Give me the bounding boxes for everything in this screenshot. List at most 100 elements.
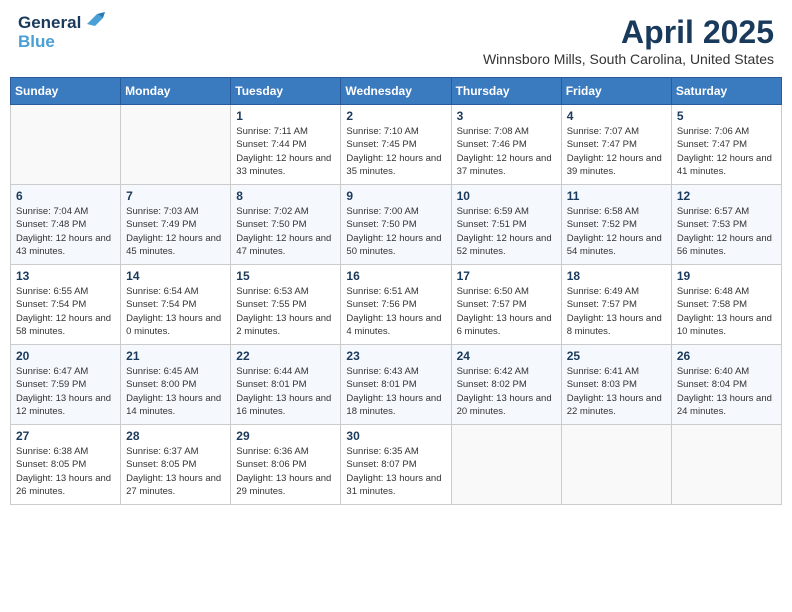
calendar-cell: 15 Sunrise: 6:53 AM Sunset: 7:55 PM Dayli… (231, 265, 341, 345)
day-number: 29 (236, 429, 335, 443)
day-info: Sunrise: 7:06 AM Sunset: 7:47 PM Dayligh… (677, 125, 776, 178)
weekday-header-sunday: Sunday (11, 78, 121, 105)
day-info: Sunrise: 6:53 AM Sunset: 7:55 PM Dayligh… (236, 285, 335, 338)
day-info: Sunrise: 6:36 AM Sunset: 8:06 PM Dayligh… (236, 445, 335, 498)
calendar-cell: 26Sunrise: 6:40 AM Sunset: 8:04 PM Dayli… (671, 345, 781, 425)
calendar-cell: 18 Sunrise: 6:49 AM Sunset: 7:57 PM Dayli… (561, 265, 671, 345)
day-info: Sunrise: 6:51 AM Sunset: 7:56 PM Dayligh… (346, 285, 445, 338)
day-number: 9 (346, 189, 445, 203)
logo-bird-icon (83, 10, 105, 28)
calendar-week-row: 27 Sunrise: 6:38 AM Sunset: 8:05 PM Dayli… (11, 425, 782, 505)
day-info: Sunrise: 7:10 AM Sunset: 7:45 PM Dayligh… (346, 125, 445, 178)
day-info: Sunrise: 6:54 AM Sunset: 7:54 PM Dayligh… (126, 285, 225, 338)
calendar-cell: 6 Sunrise: 7:04 AM Sunset: 7:48 PM Daylig… (11, 185, 121, 265)
calendar-cell: 5 Sunrise: 7:06 AM Sunset: 7:47 PM Daylig… (671, 105, 781, 185)
day-number: 30 (346, 429, 445, 443)
calendar-week-row: 6 Sunrise: 7:04 AM Sunset: 7:48 PM Daylig… (11, 185, 782, 265)
day-number: 19 (677, 269, 776, 283)
calendar-week-row: 1 Sunrise: 7:11 AM Sunset: 7:44 PM Daylig… (11, 105, 782, 185)
calendar-cell: 22 Sunrise: 6:44 AM Sunset: 8:01 PM Dayli… (231, 345, 341, 425)
day-info: Sunrise: 6:58 AM Sunset: 7:52 PM Dayligh… (567, 205, 666, 258)
day-info: Sunrise: 6:57 AM Sunset: 7:53 PM Dayligh… (677, 205, 776, 258)
calendar-cell: 23Sunrise: 6:43 AM Sunset: 8:01 PM Dayli… (341, 345, 451, 425)
location-title: Winnsboro Mills, South Carolina, United … (483, 51, 774, 67)
day-info: Sunrise: 7:00 AM Sunset: 7:50 PM Dayligh… (346, 205, 445, 258)
day-number: 12 (677, 189, 776, 203)
calendar-cell: 19 Sunrise: 6:48 AM Sunset: 7:58 PM Dayli… (671, 265, 781, 345)
day-info: Sunrise: 6:49 AM Sunset: 7:57 PM Dayligh… (567, 285, 666, 338)
day-number: 17 (457, 269, 556, 283)
calendar-cell: 29 Sunrise: 6:36 AM Sunset: 8:06 PM Dayli… (231, 425, 341, 505)
day-info: Sunrise: 7:04 AM Sunset: 7:48 PM Dayligh… (16, 205, 115, 258)
weekday-header-row: SundayMondayTuesdayWednesdayThursdayFrid… (11, 78, 782, 105)
day-info: Sunrise: 6:37 AM Sunset: 8:05 PM Dayligh… (126, 445, 225, 498)
day-number: 6 (16, 189, 115, 203)
calendar-cell: 28 Sunrise: 6:37 AM Sunset: 8:05 PM Dayli… (121, 425, 231, 505)
day-number: 2 (346, 109, 445, 123)
day-info: Sunrise: 6:45 AM Sunset: 8:00 PM Dayligh… (126, 365, 225, 418)
day-number: 23 (346, 349, 445, 363)
day-number: 21 (126, 349, 225, 363)
day-info: Sunrise: 6:50 AM Sunset: 7:57 PM Dayligh… (457, 285, 556, 338)
day-info: Sunrise: 7:08 AM Sunset: 7:46 PM Dayligh… (457, 125, 556, 178)
calendar-cell: 20 Sunrise: 6:47 AM Sunset: 7:59 PM Dayli… (11, 345, 121, 425)
calendar-week-row: 13Sunrise: 6:55 AM Sunset: 7:54 PM Dayli… (11, 265, 782, 345)
calendar-cell (671, 425, 781, 505)
page-header: General Blue April 2025 Winnsboro Mills,… (10, 10, 782, 71)
calendar-cell: 8Sunrise: 7:02 AM Sunset: 7:50 PM Daylig… (231, 185, 341, 265)
calendar-cell (121, 105, 231, 185)
calendar-cell (11, 105, 121, 185)
day-number: 28 (126, 429, 225, 443)
weekday-header-saturday: Saturday (671, 78, 781, 105)
weekday-header-monday: Monday (121, 78, 231, 105)
day-number: 18 (567, 269, 666, 283)
logo-general: General (18, 14, 81, 33)
calendar-cell: 9 Sunrise: 7:00 AM Sunset: 7:50 PM Daylig… (341, 185, 451, 265)
day-info: Sunrise: 6:48 AM Sunset: 7:58 PM Dayligh… (677, 285, 776, 338)
calendar-cell: 24Sunrise: 6:42 AM Sunset: 8:02 PM Dayli… (451, 345, 561, 425)
day-number: 26 (677, 349, 776, 363)
weekday-header-thursday: Thursday (451, 78, 561, 105)
day-number: 22 (236, 349, 335, 363)
day-number: 7 (126, 189, 225, 203)
day-number: 14 (126, 269, 225, 283)
day-info: Sunrise: 7:07 AM Sunset: 7:47 PM Dayligh… (567, 125, 666, 178)
day-number: 24 (457, 349, 556, 363)
day-info: Sunrise: 6:38 AM Sunset: 8:05 PM Dayligh… (16, 445, 115, 498)
calendar-cell: 25 Sunrise: 6:41 AM Sunset: 8:03 PM Dayli… (561, 345, 671, 425)
day-number: 10 (457, 189, 556, 203)
calendar-cell: 3 Sunrise: 7:08 AM Sunset: 7:46 PM Daylig… (451, 105, 561, 185)
day-number: 25 (567, 349, 666, 363)
day-number: 3 (457, 109, 556, 123)
calendar-week-row: 20 Sunrise: 6:47 AM Sunset: 7:59 PM Dayli… (11, 345, 782, 425)
logo-text: General Blue (18, 14, 105, 51)
day-number: 5 (677, 109, 776, 123)
calendar-table: SundayMondayTuesdayWednesdayThursdayFrid… (10, 77, 782, 505)
day-info: Sunrise: 6:44 AM Sunset: 8:01 PM Dayligh… (236, 365, 335, 418)
day-number: 20 (16, 349, 115, 363)
day-info: Sunrise: 7:11 AM Sunset: 7:44 PM Dayligh… (236, 125, 335, 178)
calendar-cell: 14 Sunrise: 6:54 AM Sunset: 7:54 PM Dayli… (121, 265, 231, 345)
logo-blue: Blue (18, 32, 55, 51)
calendar-cell (561, 425, 671, 505)
day-info: Sunrise: 6:41 AM Sunset: 8:03 PM Dayligh… (567, 365, 666, 418)
weekday-header-friday: Friday (561, 78, 671, 105)
calendar-cell: 17 Sunrise: 6:50 AM Sunset: 7:57 PM Dayli… (451, 265, 561, 345)
calendar-cell: 30 Sunrise: 6:35 AM Sunset: 8:07 PM Dayli… (341, 425, 451, 505)
day-info: Sunrise: 6:47 AM Sunset: 7:59 PM Dayligh… (16, 365, 115, 418)
calendar-cell: 16Sunrise: 6:51 AM Sunset: 7:56 PM Dayli… (341, 265, 451, 345)
day-number: 27 (16, 429, 115, 443)
day-number: 1 (236, 109, 335, 123)
day-number: 8 (236, 189, 335, 203)
month-title: April 2025 (483, 14, 774, 51)
calendar-cell: 10Sunrise: 6:59 AM Sunset: 7:51 PM Dayli… (451, 185, 561, 265)
calendar-cell: 21 Sunrise: 6:45 AM Sunset: 8:00 PM Dayli… (121, 345, 231, 425)
calendar-cell: 11Sunrise: 6:58 AM Sunset: 7:52 PM Dayli… (561, 185, 671, 265)
calendar-cell: 27 Sunrise: 6:38 AM Sunset: 8:05 PM Dayli… (11, 425, 121, 505)
calendar-cell: 7Sunrise: 7:03 AM Sunset: 7:49 PM Daylig… (121, 185, 231, 265)
weekday-header-tuesday: Tuesday (231, 78, 341, 105)
day-number: 15 (236, 269, 335, 283)
day-info: Sunrise: 6:35 AM Sunset: 8:07 PM Dayligh… (346, 445, 445, 498)
calendar-cell: 12 Sunrise: 6:57 AM Sunset: 7:53 PM Dayli… (671, 185, 781, 265)
calendar-cell: 1 Sunrise: 7:11 AM Sunset: 7:44 PM Daylig… (231, 105, 341, 185)
